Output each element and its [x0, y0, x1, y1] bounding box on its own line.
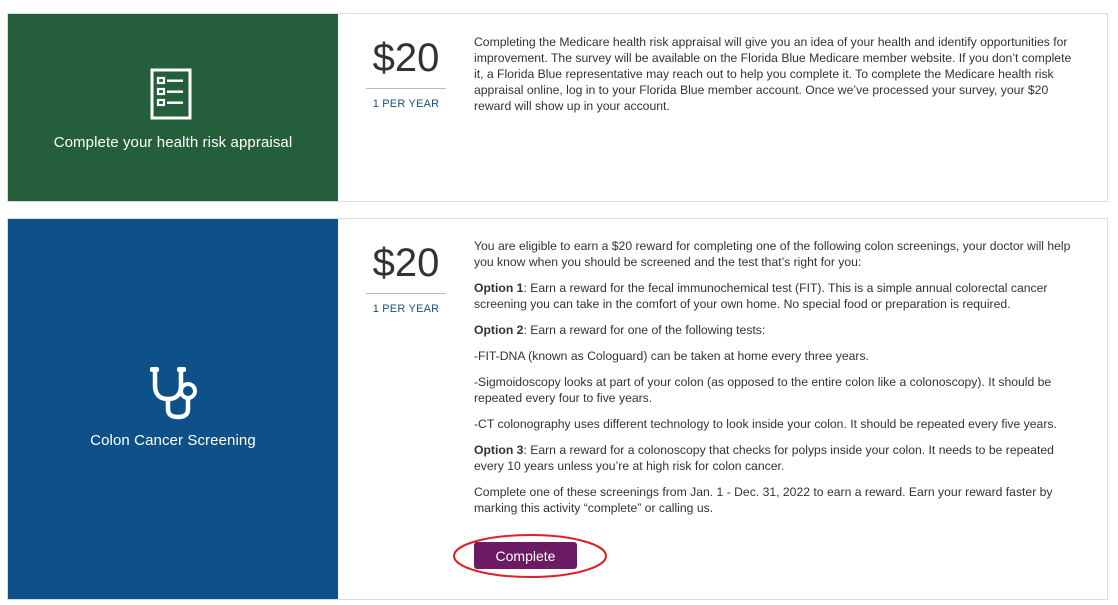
stethoscope-icon — [8, 365, 338, 426]
closing-text: Complete one of these screenings from Ja… — [474, 485, 1053, 515]
option-3-label: Option 3 — [474, 443, 524, 457]
reward-summary: $20 1 PER YEAR — [366, 36, 446, 110]
sigmoidoscopy-text: -Sigmoidoscopy looks at part of your col… — [474, 375, 1052, 405]
card-title: Complete your health risk appraisal — [53, 134, 293, 151]
option-1: Option 1: Earn a reward for the fecal im… — [474, 280, 1086, 312]
option-1-label: Option 1 — [474, 281, 524, 295]
option-3: Option 3: Earn a reward for a colonoscop… — [474, 442, 1086, 474]
card-description: Completing the Medicare health risk appr… — [474, 34, 1084, 124]
option-1-text: : Earn a reward for the fecal immunochem… — [474, 281, 1048, 311]
card-panel: Colon Cancer Screening — [8, 219, 338, 599]
reward-amount: $20 — [372, 241, 440, 285]
option-2-label: Option 2 — [474, 323, 524, 337]
intro-text: You are eligible to earn a $20 reward fo… — [474, 239, 1071, 269]
card-description: You are eligible to earn a $20 reward fo… — [474, 238, 1086, 526]
document-list-icon — [8, 68, 338, 127]
fit-dna-text: -FIT-DNA (known as Cologuard) can be tak… — [474, 349, 869, 363]
reward-amount: $20 — [372, 36, 440, 80]
highlight-ellipse — [453, 534, 607, 578]
option-2-text: : Earn a reward for one of the following… — [523, 323, 766, 337]
reward-frequency: 1 PER YEAR — [372, 303, 440, 315]
reward-frequency: 1 PER YEAR — [372, 98, 440, 110]
card-panel: Complete your health risk appraisal — [8, 14, 338, 201]
divider — [366, 293, 446, 294]
card-title: Colon Cancer Screening — [90, 432, 256, 449]
option-2: Option 2: Earn a reward for one of the f… — [474, 322, 1086, 338]
option-3-text: : Earn a reward for a colonoscopy that c… — [474, 443, 1054, 473]
reward-summary: $20 1 PER YEAR — [366, 241, 446, 315]
description-text: Completing the Medicare health risk appr… — [474, 35, 1072, 113]
divider — [366, 88, 446, 89]
ct-colonography-text: -CT colonography uses different technolo… — [474, 417, 1057, 431]
